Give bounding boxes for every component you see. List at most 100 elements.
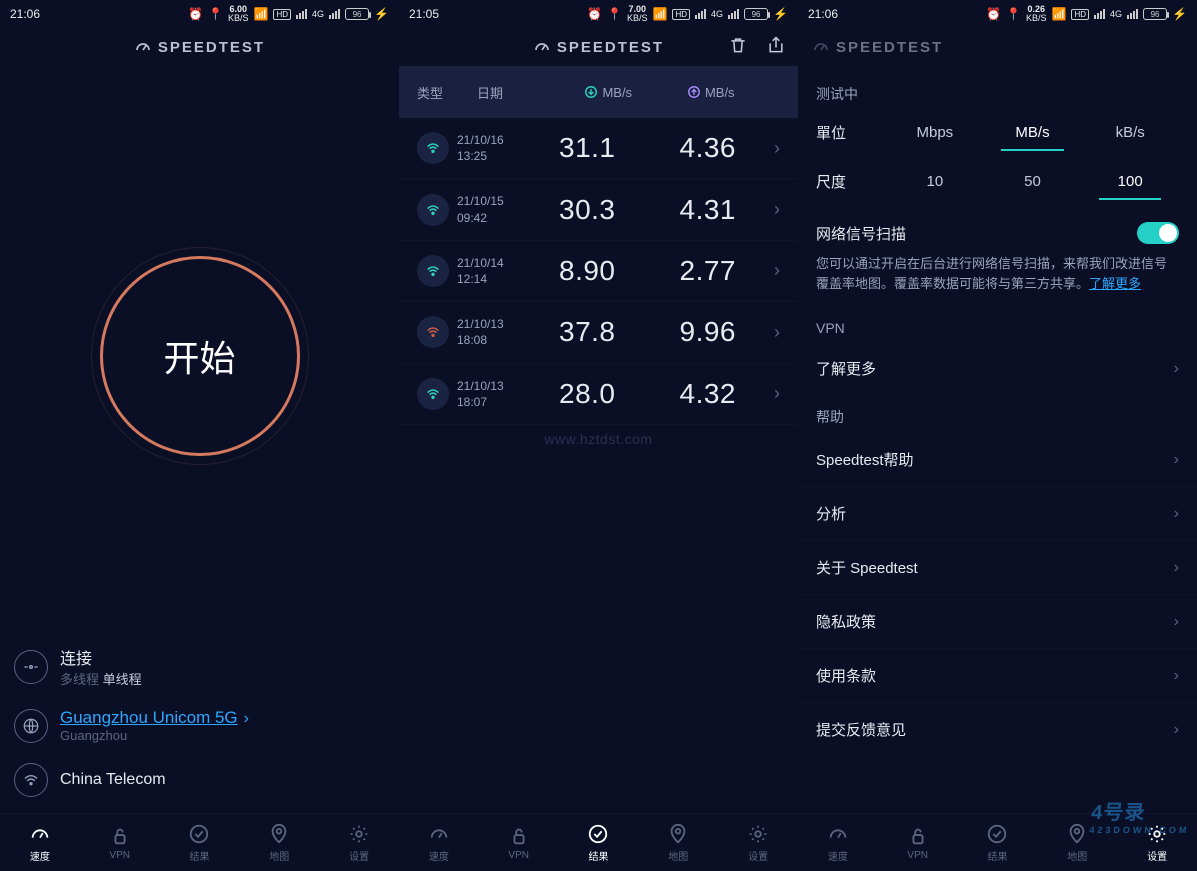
- pane-results: 21:05 ⏰ 📍 7.00KB/S 📶 HD 4G 96 ⚡ SPEEDTES…: [399, 0, 798, 871]
- hdr-type: 类型: [417, 83, 477, 102]
- hd-icon: HD: [672, 9, 690, 20]
- help-row[interactable]: 使用条款›: [798, 649, 1197, 702]
- app-title: SPEEDTEST: [158, 39, 265, 56]
- charge-icon: ⚡: [374, 7, 389, 21]
- help-row[interactable]: 分析›: [798, 487, 1197, 540]
- section-testing: 测试中: [798, 72, 1197, 110]
- net-speed: 0.26KB/S: [1026, 5, 1047, 23]
- result-row[interactable]: 21/10/1318:0728.04.32›: [399, 364, 798, 425]
- app-header: SPEEDTEST: [399, 28, 798, 66]
- result-row[interactable]: 21/10/1613:2531.14.36›: [399, 118, 798, 179]
- tab-vpn[interactable]: VPN: [479, 825, 559, 861]
- scale-opt-100[interactable]: 100: [1081, 165, 1179, 198]
- status-bar: 21:06 ⏰ 📍 0.26KB/S 📶 HD 4G 96 ⚡: [798, 0, 1197, 28]
- tab-label: 速度: [30, 848, 50, 863]
- pane-speed: 21:06 ⏰ 📍 6.00KB/S 📶 HD 4G 96 ⚡ SPEEDTES…: [0, 0, 399, 871]
- tab-settings[interactable]: 设置: [319, 823, 399, 863]
- connection-icon: [14, 650, 48, 684]
- scale-opt-50[interactable]: 50: [984, 165, 1082, 198]
- wifi-icon: [417, 194, 449, 226]
- unit-opt-mbps[interactable]: Mbps: [886, 116, 984, 149]
- result-date: 21/10/1318:07: [457, 378, 527, 410]
- wifi-icon: 📶: [1052, 7, 1067, 21]
- result-row[interactable]: 21/10/1412:148.902.77›: [399, 241, 798, 302]
- unit-opt-mb/s[interactable]: MB/s: [984, 116, 1082, 149]
- learn-more-link[interactable]: 了解更多: [1089, 276, 1141, 291]
- connection-row[interactable]: 连接 多线程 单线程: [14, 635, 385, 698]
- tab-speed[interactable]: 速度: [399, 823, 479, 863]
- help-row[interactable]: Speedtest帮助›: [798, 433, 1197, 486]
- tab-bar: 速度 VPN 结果地图设置: [399, 813, 798, 871]
- status-bar: 21:06 ⏰ 📍 6.00KB/S 📶 HD 4G 96 ⚡: [0, 0, 399, 28]
- unit-opt-kb/s[interactable]: kB/s: [1081, 116, 1179, 149]
- chevron-right-icon: ›: [768, 260, 780, 281]
- tab-label: 设置: [1147, 848, 1167, 863]
- site-watermark: 4号录423DOWN.COM: [1089, 796, 1193, 835]
- help-row[interactable]: 关于 Speedtest›: [798, 541, 1197, 594]
- tab-bar: 速度 VPN 结果 地图 设置: [0, 813, 399, 871]
- tab-label: 速度: [828, 848, 848, 863]
- hd-icon: HD: [273, 9, 291, 20]
- trash-icon[interactable]: [728, 35, 748, 59]
- tab-speed[interactable]: 速度: [0, 823, 80, 863]
- tab-results[interactable]: 结果: [958, 823, 1038, 863]
- signal-icon: [296, 9, 307, 19]
- charge-icon: ⚡: [773, 7, 788, 21]
- result-download: 8.90: [527, 255, 648, 287]
- help-row[interactable]: 隐私政策›: [798, 595, 1197, 648]
- scan-toggle[interactable]: [1137, 222, 1179, 244]
- result-date: 21/10/1318:08: [457, 316, 527, 348]
- speed-canvas: 开始 连接 多线程 单线程 Guangzhou Unicom 5G› Guang…: [0, 66, 399, 813]
- tab-settings[interactable]: 设置: [718, 823, 798, 863]
- tab-vpn[interactable]: VPN: [878, 825, 958, 861]
- result-row[interactable]: 21/10/1509:4230.34.31›: [399, 179, 798, 240]
- carrier-row[interactable]: China Telecom: [14, 753, 385, 807]
- tab-results[interactable]: 结果: [559, 823, 639, 863]
- tab-label: 地图: [269, 848, 289, 863]
- signal-icon: [1094, 9, 1105, 19]
- wifi-icon: [417, 378, 449, 410]
- help-row[interactable]: 提交反馈意见›: [798, 703, 1197, 756]
- vpn-more-row[interactable]: 了解更多 ›: [798, 342, 1197, 395]
- result-date: 21/10/1412:14: [457, 255, 527, 287]
- result-download: 28.0: [527, 378, 648, 410]
- connection-multi: 多线程: [60, 672, 99, 687]
- result-download: 30.3: [527, 194, 648, 226]
- go-button[interactable]: 开始: [100, 256, 300, 456]
- tab-label: VPN: [508, 850, 529, 861]
- share-icon[interactable]: [766, 35, 786, 59]
- gauge-icon: [134, 38, 152, 56]
- result-upload: 4.32: [648, 378, 769, 410]
- result-upload: 4.36: [648, 132, 769, 164]
- app-header: SPEEDTEST: [798, 28, 1197, 66]
- signal-icon-2: [329, 9, 340, 19]
- clock: 21:06: [10, 7, 40, 21]
- tab-map[interactable]: 地图: [638, 823, 718, 863]
- tab-results[interactable]: 结果: [160, 823, 240, 863]
- results-header: 类型 日期 MB/s MB/s: [399, 66, 798, 118]
- tab-map[interactable]: 地图: [239, 823, 319, 863]
- tab-vpn[interactable]: VPN: [80, 825, 160, 861]
- alarm-icon: ⏰: [986, 7, 1001, 21]
- go-label: 开始: [163, 330, 235, 382]
- result-date: 21/10/1509:42: [457, 193, 527, 225]
- connection-mode: 单线程: [103, 672, 142, 687]
- scale-label: 尺度: [816, 171, 886, 192]
- clock: 21:06: [808, 7, 838, 21]
- gauge-icon: [812, 38, 830, 56]
- signal-icon: [695, 9, 706, 19]
- result-row[interactable]: 21/10/1318:0837.89.96›: [399, 302, 798, 363]
- chevron-right-icon: ›: [244, 710, 249, 727]
- globe-icon: [14, 709, 48, 743]
- chevron-right-icon: ›: [768, 383, 780, 404]
- result-upload: 9.96: [648, 316, 769, 348]
- alarm-icon: ⏰: [188, 7, 203, 21]
- scale-opt-10[interactable]: 10: [886, 165, 984, 198]
- server-row[interactable]: Guangzhou Unicom 5G› Guangzhou: [14, 698, 385, 753]
- net-gen-icon: 4G: [1110, 9, 1122, 19]
- tab-label: 结果: [189, 848, 209, 863]
- tab-speed[interactable]: 速度: [798, 823, 878, 863]
- battery-icon: 96: [744, 8, 768, 20]
- location-icon: 📍: [607, 7, 622, 21]
- help-label: 分析: [816, 503, 846, 524]
